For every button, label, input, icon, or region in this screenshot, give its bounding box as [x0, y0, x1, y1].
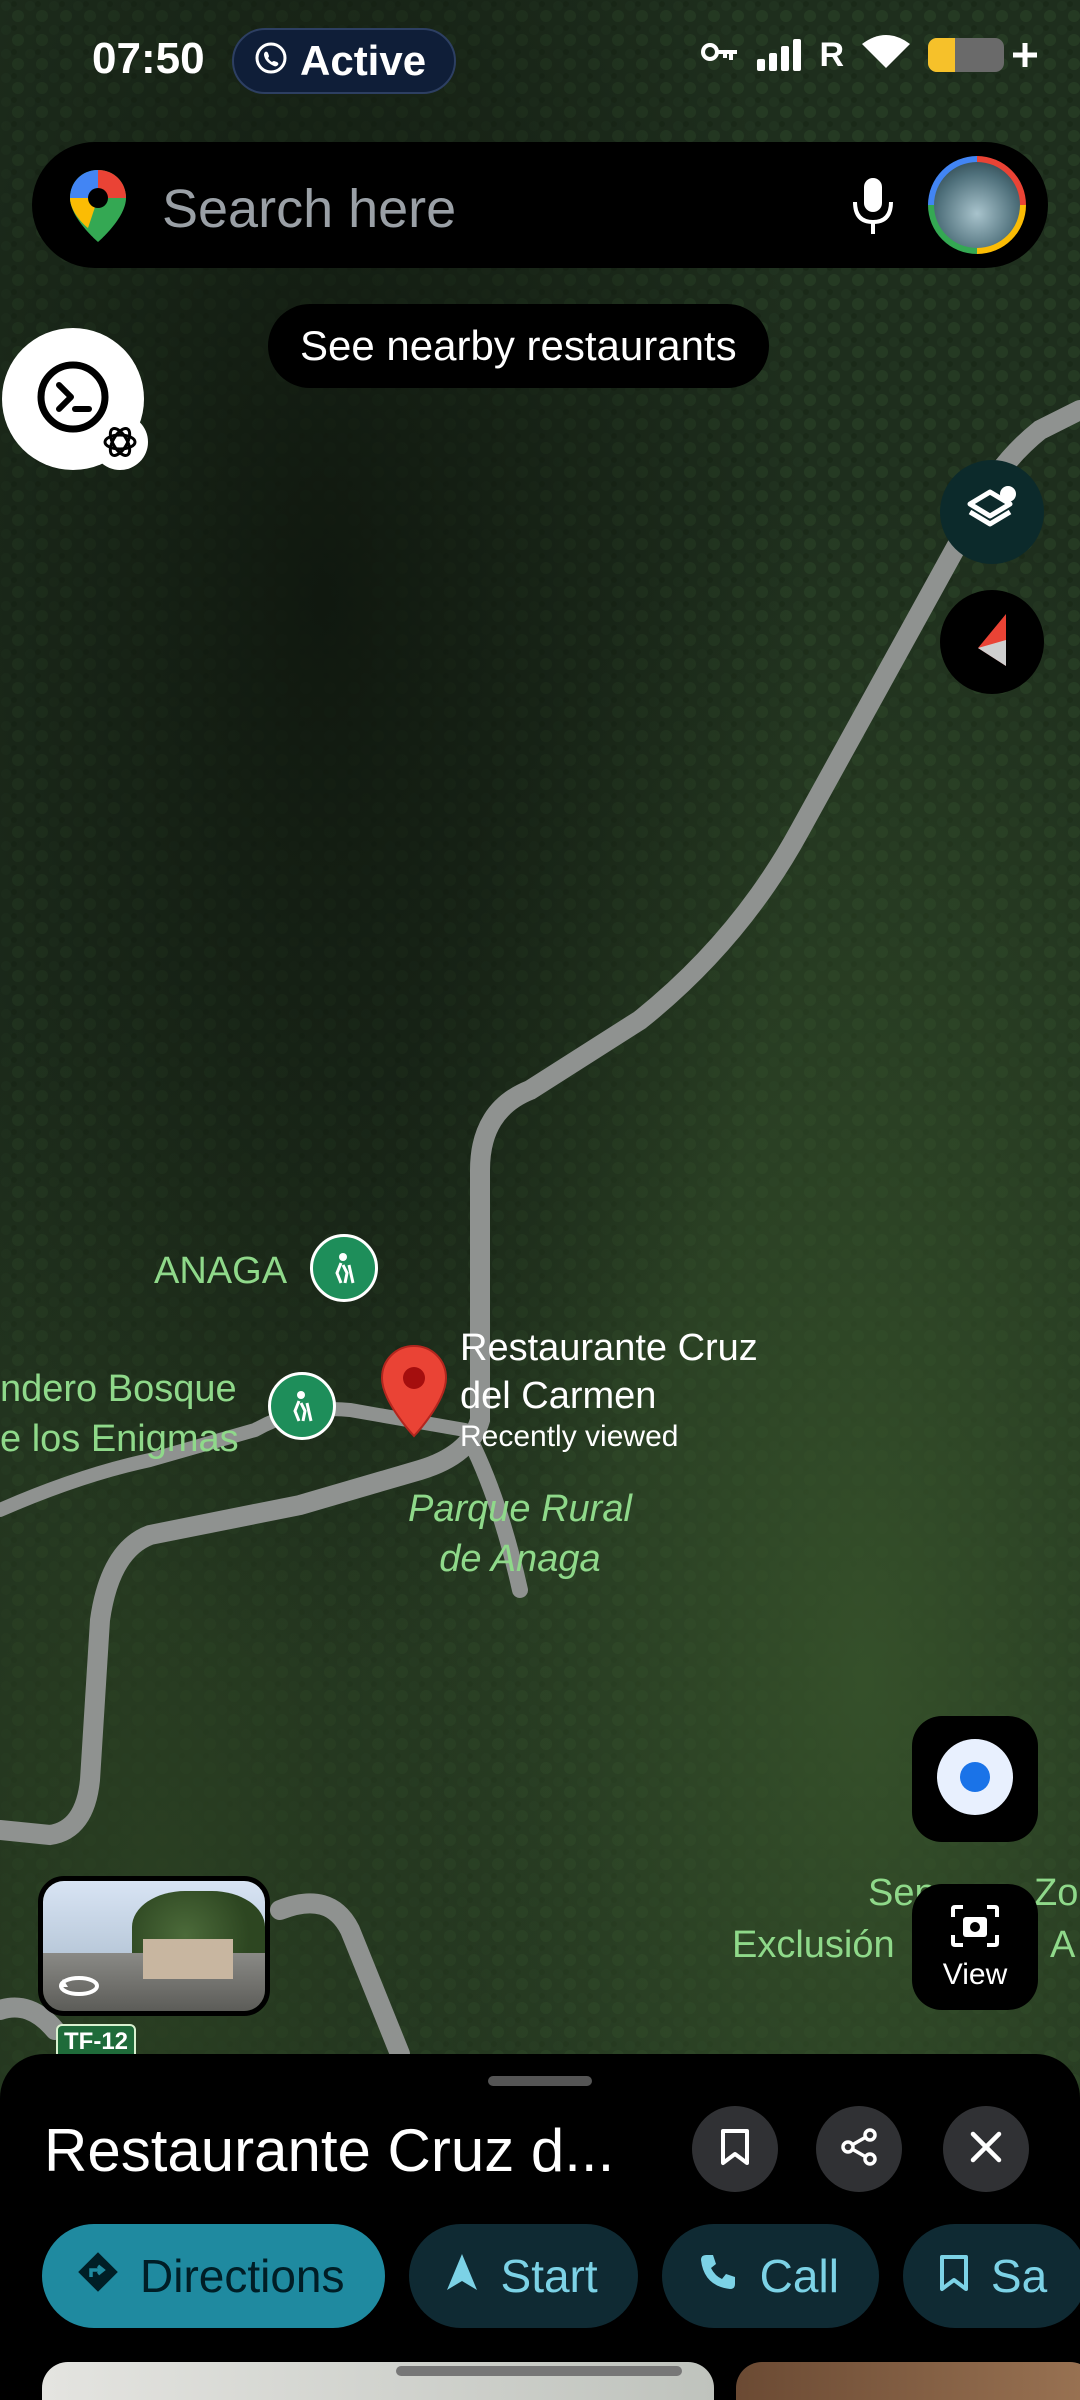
maps-pin-logo-icon: [68, 168, 128, 249]
map-label-anaga: ANAGA: [154, 1250, 288, 1292]
navigation-arrow-icon: [445, 2249, 479, 2303]
battery-icon: [928, 37, 1040, 72]
signal-icon: R: [757, 35, 844, 74]
microphone-icon[interactable]: [852, 178, 894, 239]
status-time: 07:50: [92, 34, 205, 83]
share-icon: [839, 2127, 879, 2172]
sheet-drag-handle[interactable]: [488, 2076, 592, 2086]
place-name-line1: Restaurante Cruz: [460, 1327, 758, 1369]
hiking-poi-icon[interactable]: [268, 1372, 336, 1440]
account-avatar[interactable]: [928, 156, 1026, 254]
parque-line1: Parque Rural: [408, 1488, 632, 1530]
place-photo[interactable]: [736, 2362, 1080, 2400]
selected-place-label[interactable]: Restaurante Cruz del Carmen Recently vie…: [460, 1324, 758, 1454]
map-label-right-top-2: Zo: [1034, 1872, 1079, 1914]
parque-line2: de Anaga: [439, 1538, 601, 1580]
see-nearby-restaurants-chip[interactable]: See nearby restaurants: [268, 304, 769, 388]
recently-viewed-label: Recently viewed: [460, 1420, 679, 1453]
action-row: Directions Start Call Sa: [42, 2224, 1080, 2328]
place-bottom-sheet[interactable]: Restaurante Cruz d... Directions Start C…: [0, 2054, 1080, 2400]
directions-label: Directions: [140, 2250, 345, 2302]
layers-icon: [964, 482, 1020, 543]
map-label-right-bottom: Exclusión: [732, 1924, 895, 1966]
phone-icon: [698, 2249, 738, 2303]
map-label-sendero-bosque: ndero Bosque e los Enigmas: [0, 1364, 239, 1464]
bookmark-icon: [720, 2128, 750, 2171]
close-icon: [968, 2129, 1004, 2170]
map-label-sendero-line1: ndero Bosque: [0, 1368, 237, 1410]
lens-view-button[interactable]: View: [912, 1884, 1038, 2010]
signal-roaming-label: R: [819, 35, 844, 74]
my-location-button[interactable]: [912, 1716, 1038, 1842]
layers-button[interactable]: [940, 460, 1044, 564]
save-label: Sa: [990, 2250, 1048, 2302]
rotate-360-icon: [57, 1971, 101, 2006]
search-bar[interactable]: Search here: [32, 142, 1048, 268]
share-button[interactable]: [816, 2106, 902, 2192]
save-button[interactable]: Sa: [902, 2224, 1080, 2328]
my-location-icon: [935, 1737, 1015, 1822]
directions-button[interactable]: Directions: [42, 2224, 385, 2328]
active-label: Active: [300, 37, 427, 84]
place-name-line2: del Carmen: [460, 1375, 657, 1417]
openai-logo-icon: [92, 414, 148, 470]
hiking-poi-icon[interactable]: [310, 1234, 378, 1302]
map-label-sendero-line2: e los Enigmas: [0, 1418, 239, 1460]
search-input[interactable]: Search here: [162, 178, 456, 240]
close-button[interactable]: [943, 2106, 1029, 2192]
active-call-chip[interactable]: Active: [232, 28, 457, 94]
key-icon: [701, 40, 739, 69]
view-label: View: [942, 1957, 1008, 1991]
start-button[interactable]: Start: [408, 2224, 638, 2328]
wifi-icon: [862, 34, 910, 75]
street-view-thumbnail[interactable]: [38, 1876, 270, 2016]
compass-button[interactable]: [940, 590, 1044, 694]
selected-place-pin-icon[interactable]: [380, 1344, 448, 1443]
place-title: Restaurante Cruz d...: [44, 2117, 615, 2184]
map-label-parque-rural: Parque Rural de Anaga: [408, 1484, 632, 1584]
call-button[interactable]: Call: [661, 2224, 879, 2328]
camera-lens-icon: [949, 1903, 1001, 1954]
gesture-home-bar[interactable]: [396, 2366, 682, 2376]
call-label: Call: [759, 2250, 839, 2302]
start-label: Start: [500, 2250, 598, 2302]
save-bookmark-button[interactable]: [692, 2106, 778, 2192]
status-icons: R: [701, 34, 1040, 75]
phone-icon: [254, 37, 288, 85]
compass-icon: [972, 610, 1012, 675]
directions-icon: [78, 2249, 118, 2303]
bookmark-icon: [939, 2249, 969, 2303]
map-label-right-bottom-2: A: [1050, 1924, 1076, 1966]
